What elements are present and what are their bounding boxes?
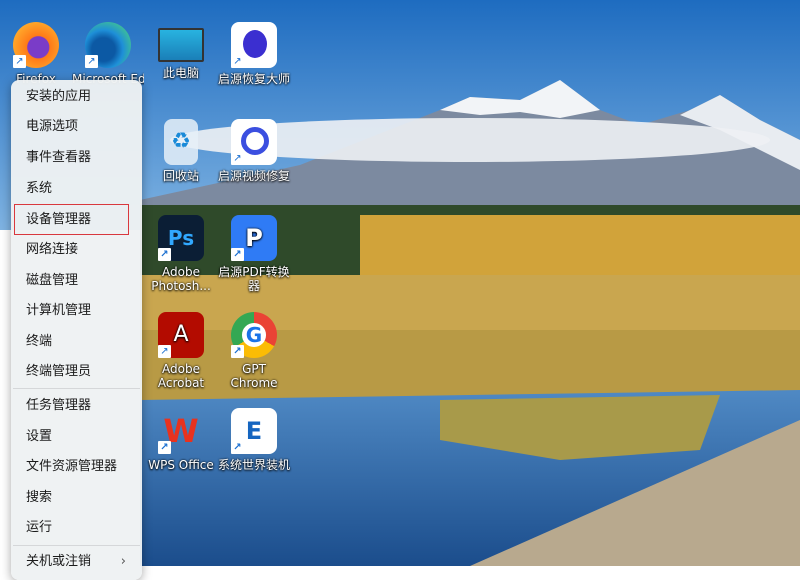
menu-item-computer-management[interactable]: 计算机管理 xyxy=(11,296,142,325)
desktop-icon-pdf-converter[interactable]: P ↗ 启源PDF转换器 xyxy=(218,215,290,293)
shortcut-arrow-icon: ↗ xyxy=(231,345,244,358)
menu-item-system[interactable]: 系统 xyxy=(11,174,142,203)
menu-item-search[interactable]: 搜索 xyxy=(11,483,142,512)
menu-item-file-explorer[interactable]: 文件资源管理器 xyxy=(11,452,142,481)
shortcut-arrow-icon: ↗ xyxy=(231,441,244,454)
desktop-icon-photoshop[interactable]: Ps ↗ Adobe Photosh... xyxy=(145,215,217,293)
shortcut-arrow-icon: ↗ xyxy=(158,441,171,454)
shortcut-arrow-icon: ↗ xyxy=(85,55,98,68)
edge-icon: ↗ xyxy=(85,22,131,68)
desktop-icon-recycle-bin[interactable]: ♻ 回收站 xyxy=(145,119,217,183)
menu-item-power-options[interactable]: 电源选项 xyxy=(11,112,142,141)
menu-item-event-viewer[interactable]: 事件查看器 xyxy=(11,143,142,172)
desktop-icon-recovery-master[interactable]: ↗ 启源恢复大师 xyxy=(218,22,290,86)
system-world-icon: E ↗ xyxy=(231,408,277,454)
desktop-icon-this-pc[interactable]: 此电脑 xyxy=(145,22,217,80)
menu-item-terminal[interactable]: 终端 xyxy=(11,327,142,356)
menu-item-settings[interactable]: 设置 xyxy=(11,422,142,451)
menu-item-shutdown-signout[interactable]: 关机或注销 › xyxy=(11,547,142,576)
monitor-icon xyxy=(158,28,204,62)
shortcut-arrow-icon: ↗ xyxy=(158,345,171,358)
shortcut-arrow-icon: ↗ xyxy=(231,55,244,68)
recovery-master-icon: ↗ xyxy=(231,22,277,68)
video-repair-icon: ↗ xyxy=(231,119,277,165)
firefox-icon: ↗ xyxy=(13,22,59,68)
desktop-icon-system-world[interactable]: E ↗ 系统世界装机 xyxy=(218,408,290,472)
shortcut-arrow-icon: ↗ xyxy=(231,248,244,261)
recycle-bin-icon: ♻ xyxy=(164,119,198,165)
photoshop-icon: Ps ↗ xyxy=(158,215,204,261)
desktop-icon-wps-office[interactable]: W ↗ WPS Office xyxy=(145,408,217,472)
menu-item-network-connections[interactable]: 网络连接 xyxy=(11,235,142,264)
pdf-converter-icon: P ↗ xyxy=(231,215,277,261)
menu-separator xyxy=(13,388,140,389)
desktop-icon-acrobat[interactable]: A ↗ Adobe Acrobat xyxy=(145,312,217,390)
chrome-icon: G ↗ xyxy=(231,312,277,358)
wps-icon: W ↗ xyxy=(158,408,204,454)
desktop-icon-gpt-chrome[interactable]: G ↗ GPT Chrome xyxy=(218,312,290,390)
menu-item-device-manager[interactable]: 设备管理器 xyxy=(14,204,129,235)
acrobat-icon: A ↗ xyxy=(158,312,204,358)
shortcut-arrow-icon: ↗ xyxy=(13,55,26,68)
shortcut-arrow-icon: ↗ xyxy=(231,152,244,165)
desktop-icon-edge[interactable]: ↗Microsoft Edge xyxy=(72,22,144,86)
menu-item-terminal-admin[interactable]: 终端管理员 xyxy=(11,357,142,386)
chevron-right-icon: › xyxy=(120,554,126,569)
menu-item-installed-apps[interactable]: 安装的应用 xyxy=(11,82,142,111)
desktop-icon-video-repair[interactable]: ↗ 启源视频修复 xyxy=(218,119,290,183)
shortcut-arrow-icon: ↗ xyxy=(158,248,171,261)
menu-item-run[interactable]: 运行 xyxy=(11,513,142,542)
menu-item-disk-management[interactable]: 磁盘管理 xyxy=(11,266,142,295)
winx-context-menu: 安装的应用 电源选项 事件查看器 系统 设备管理器 网络连接 磁盘管理 计算机管… xyxy=(11,80,142,580)
desktop-icon-firefox[interactable]: ↗ Firefox xyxy=(0,22,72,86)
menu-separator xyxy=(13,545,140,546)
menu-item-task-manager[interactable]: 任务管理器 xyxy=(11,391,142,420)
